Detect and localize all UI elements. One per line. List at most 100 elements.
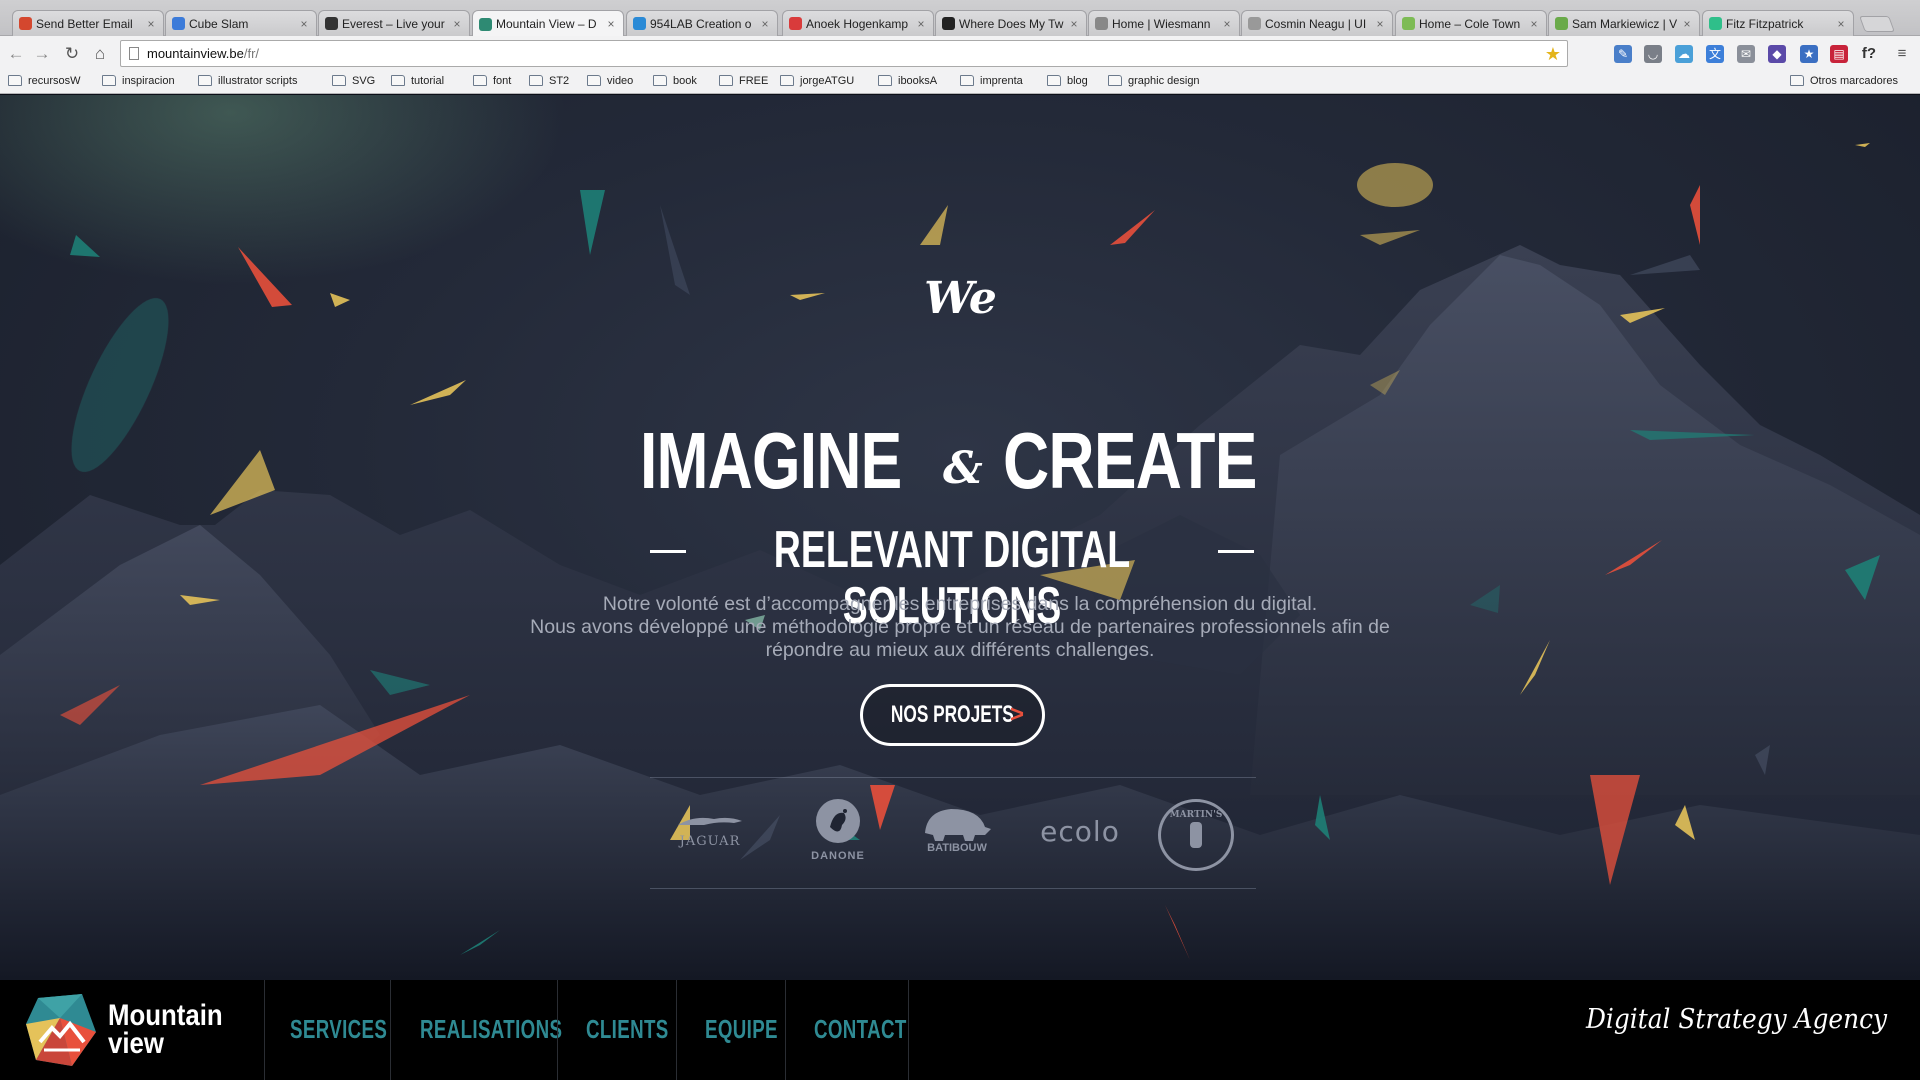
bookmark-folder[interactable]: blog — [1047, 74, 1088, 87]
bookmark-folder[interactable]: FREE — [719, 74, 768, 87]
close-tab-icon[interactable]: × — [1374, 17, 1386, 31]
folder-icon — [473, 74, 487, 86]
folder-icon — [780, 74, 794, 86]
close-tab-icon[interactable]: × — [298, 17, 310, 31]
hero-section: We IMAGINE & CREATE RELEVANT DIGITAL SOL… — [0, 95, 1920, 980]
nav-services[interactable]: SERVICES — [290, 1014, 387, 1045]
browser-tab[interactable]: Home | Wiesmann × — [1088, 10, 1240, 36]
favicon-icon — [172, 17, 185, 30]
close-tab-icon[interactable]: × — [1681, 17, 1693, 31]
folder-icon — [8, 74, 22, 86]
tab-label: Where Does My Tw — [959, 16, 1064, 31]
tab-label: Anoek Hogenkamp — [806, 16, 909, 31]
close-tab-icon[interactable]: × — [451, 17, 463, 31]
close-tab-icon[interactable]: × — [145, 17, 157, 31]
folder-icon — [960, 74, 974, 86]
tab-label: Send Better Email — [36, 16, 133, 31]
nav-divider — [557, 980, 558, 1080]
other-bookmarks[interactable]: Otros marcadores — [1790, 74, 1898, 87]
nos-projets-label: NOS PROJETS — [891, 701, 1014, 728]
bookmark-folder[interactable]: inspiracion — [102, 74, 175, 87]
bookmark-folder[interactable]: jorgeATGU — [780, 74, 854, 87]
nav-equipe[interactable]: EQUIPE — [705, 1014, 778, 1045]
translate-icon[interactable]: 文 — [1706, 45, 1724, 63]
tab-label: Home – Cole Town — [1419, 16, 1521, 31]
intro-text: Notre volonté est d’accompagner les entr… — [470, 593, 1450, 662]
close-tab-icon[interactable]: × — [605, 17, 617, 31]
folder-icon — [198, 74, 212, 86]
headline-main: IMAGINE & CREATE — [640, 411, 1280, 511]
browser-tab[interactable]: Where Does My Tw × — [935, 10, 1087, 36]
folder-icon — [587, 74, 601, 86]
bookmark-label: inspiracion — [122, 75, 175, 87]
close-tab-icon[interactable]: × — [915, 17, 927, 31]
home-icon[interactable]: ⌂ — [88, 42, 112, 66]
reload-icon[interactable]: ↻ — [60, 42, 84, 66]
eyedropper-icon[interactable]: ✎ — [1614, 45, 1632, 63]
bookmark-label: book — [673, 75, 697, 87]
whatfont-icon[interactable]: f? — [1860, 45, 1878, 63]
browser-tab-strip: Send Better Email × Cube Slam × Everest – Li… — [0, 0, 1920, 37]
mountain-view-logo[interactable]: Mountain view — [26, 994, 266, 1070]
subline-dash-left — [650, 550, 686, 553]
browser-tab[interactable]: 954LAB Creation o × — [626, 10, 778, 36]
browser-tab[interactable]: Anoek Hogenkamp × — [782, 10, 934, 36]
nos-projets-button[interactable]: NOS PROJETS > — [860, 684, 1045, 746]
bookmark-star-icon[interactable]: ★ — [1800, 45, 1818, 63]
bookmark-folder[interactable]: ibooksA — [878, 74, 937, 87]
browser-tab[interactable]: Home – Cole Town × — [1395, 10, 1547, 36]
close-tab-icon[interactable]: × — [1528, 17, 1540, 31]
bookmark-folder[interactable]: ST2 — [529, 74, 569, 87]
menu-icon[interactable]: ≡ — [1893, 45, 1911, 63]
bookmark-label: recursosW — [28, 75, 81, 87]
bookmark-folder[interactable]: imprenta — [960, 74, 1023, 87]
favicon-icon — [1709, 17, 1722, 30]
forward-icon[interactable]: → — [30, 42, 54, 66]
bookmark-folder[interactable]: font — [473, 74, 511, 87]
nav-realisations[interactable]: REALISATIONS — [420, 1014, 562, 1045]
browser-tab[interactable]: Sam Markiewicz | V × — [1548, 10, 1700, 36]
close-tab-icon[interactable]: × — [1068, 17, 1080, 31]
headline-subline: RELEVANT DIGITAL SOLUTIONS — [650, 520, 1254, 634]
bookmark-folder[interactable]: illustrator scripts — [198, 74, 297, 87]
bookmark-folder[interactable]: tutorial — [391, 74, 444, 87]
tagline: Digital Strategy Agency — [1586, 1004, 1888, 1035]
nav-divider — [264, 980, 265, 1080]
tab-label: Cosmin Neagu | UI — [1265, 16, 1367, 31]
address-bar[interactable]: mountainview.be/fr/ ★ — [120, 40, 1568, 67]
nav-clients[interactable]: CLIENTS — [586, 1014, 669, 1045]
bookmark-folder[interactable]: recursosW — [8, 74, 81, 87]
bookmarks-bar: recursosW inspiracion illustrator scripts S… — [0, 72, 1920, 94]
url-path: /fr/ — [243, 46, 260, 61]
close-tab-icon[interactable]: × — [759, 17, 771, 31]
extension-purple-icon[interactable]: ◆ — [1768, 45, 1786, 63]
close-tab-icon[interactable]: × — [1221, 17, 1233, 31]
extension-red-icon[interactable]: ▤ — [1830, 45, 1848, 63]
bookmark-folder[interactable]: video — [587, 74, 633, 87]
bookmark-label: graphic design — [1128, 75, 1200, 87]
new-tab-button[interactable] — [1859, 16, 1895, 32]
back-icon[interactable]: ← — [4, 42, 28, 66]
mail-icon[interactable]: ✉ — [1737, 45, 1755, 63]
folder-icon — [653, 74, 667, 86]
browser-tab[interactable]: Mountain View – D × — [472, 10, 624, 37]
nav-contact[interactable]: CONTACT — [814, 1014, 907, 1045]
browser-tab[interactable]: Everest – Live your × — [318, 10, 470, 36]
chat-icon[interactable]: ☁ — [1675, 45, 1693, 63]
folder-icon — [719, 74, 733, 86]
pocket-icon[interactable]: ◡ — [1644, 45, 1662, 63]
tab-label: Fitz Fitzpatrick — [1726, 16, 1804, 31]
bookmark-folder[interactable]: SVG — [332, 74, 375, 87]
browser-tab[interactable]: Cube Slam × — [165, 10, 317, 36]
bookmark-star-icon[interactable]: ★ — [1545, 42, 1561, 67]
logos-divider-bottom — [650, 888, 1256, 889]
tab-label: Cube Slam — [189, 16, 249, 31]
bookmark-folder[interactable]: graphic design — [1108, 74, 1200, 87]
folder-icon — [332, 74, 346, 86]
browser-tab[interactable]: Send Better Email × — [12, 10, 164, 36]
browser-tab[interactable]: Fitz Fitzpatrick × — [1702, 10, 1854, 36]
browser-tab[interactable]: Cosmin Neagu | UI × — [1241, 10, 1393, 36]
url-host: mountainview.be — [147, 46, 244, 61]
close-tab-icon[interactable]: × — [1835, 17, 1847, 31]
bookmark-folder[interactable]: book — [653, 74, 697, 87]
